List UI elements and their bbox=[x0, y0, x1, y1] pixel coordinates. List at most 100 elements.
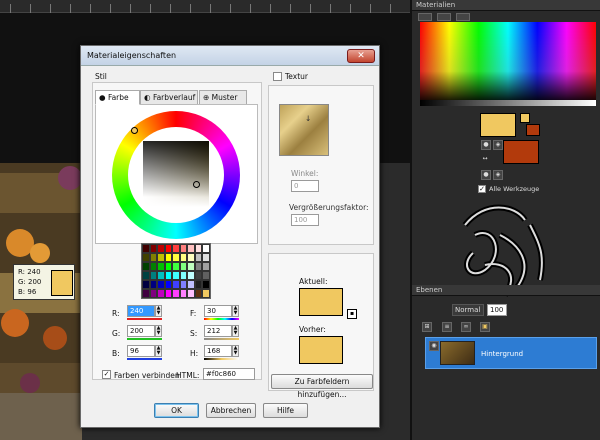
palette-cell[interactable] bbox=[179, 244, 188, 253]
palette-tab-icon[interactable] bbox=[437, 13, 451, 21]
palette-cell[interactable] bbox=[172, 271, 180, 280]
color-marker[interactable] bbox=[193, 181, 200, 188]
palette-cell[interactable] bbox=[202, 280, 210, 289]
bg-texture-icon[interactable]: ◈ bbox=[493, 170, 503, 180]
palette-cell[interactable] bbox=[157, 262, 165, 271]
hue-spinner[interactable]: ▲ ▼ bbox=[232, 305, 239, 317]
fg-texture-icon[interactable]: ◈ bbox=[493, 140, 503, 150]
palette-cell[interactable] bbox=[187, 271, 195, 280]
palette-cell[interactable] bbox=[149, 289, 158, 298]
lightness-spinner[interactable]: ▲ ▼ bbox=[232, 345, 239, 357]
palette-cell[interactable] bbox=[179, 271, 188, 280]
info-icon[interactable]: ▪ bbox=[347, 309, 357, 319]
add-to-swatches-button[interactable]: Zu Farbfeldern hinzufügen... bbox=[271, 374, 373, 399]
green-field[interactable]: 200 bbox=[127, 325, 155, 337]
tab-pattern[interactable]: ⊕ Muster bbox=[199, 90, 247, 105]
palette-cell[interactable] bbox=[194, 280, 203, 289]
angle-field[interactable]: 0 bbox=[291, 180, 319, 192]
palette-cell[interactable] bbox=[142, 244, 150, 253]
palette-cell[interactable] bbox=[179, 280, 188, 289]
tab-gradient[interactable]: ◐ Farbverlauf bbox=[140, 90, 198, 105]
palette-cell[interactable] bbox=[187, 280, 195, 289]
fg-mini-swatch[interactable] bbox=[520, 113, 530, 123]
palette-cell[interactable] bbox=[149, 262, 158, 271]
palette-cell[interactable] bbox=[194, 289, 203, 298]
palette-cell[interactable] bbox=[194, 271, 203, 280]
palette-cell[interactable] bbox=[187, 244, 195, 253]
palette-cell[interactable] bbox=[164, 289, 173, 298]
lock-icon[interactable]: ▣ bbox=[480, 322, 490, 332]
palette-cell[interactable] bbox=[142, 280, 150, 289]
help-button[interactable]: Hilfe bbox=[263, 403, 308, 418]
html-field[interactable]: #f0c860 bbox=[203, 368, 255, 380]
lightness-field[interactable]: 168 bbox=[204, 345, 232, 357]
greyscale-bar[interactable] bbox=[420, 100, 596, 106]
palette-cell[interactable] bbox=[172, 244, 180, 253]
basic-color-palette[interactable] bbox=[141, 243, 211, 299]
palette-cell[interactable] bbox=[164, 280, 173, 289]
palette-cell[interactable] bbox=[187, 289, 195, 298]
bg-mini-swatch[interactable] bbox=[526, 124, 540, 136]
cancel-button[interactable]: Abbrechen bbox=[206, 403, 256, 418]
texture-preview[interactable] bbox=[279, 104, 329, 156]
all-tools-checkbox[interactable]: ✓ bbox=[478, 185, 486, 193]
palette-cell[interactable] bbox=[202, 271, 210, 280]
palette-cell[interactable] bbox=[142, 253, 150, 262]
palette-cell[interactable] bbox=[142, 262, 150, 271]
palette-cell[interactable] bbox=[194, 244, 203, 253]
palette-cell[interactable] bbox=[157, 280, 165, 289]
green-spinner[interactable]: ▲ ▼ bbox=[155, 325, 162, 337]
red-field[interactable]: 240 bbox=[127, 305, 155, 317]
palette-cell[interactable] bbox=[142, 271, 150, 280]
palette-cell[interactable] bbox=[164, 244, 173, 253]
hue-field[interactable]: 30 bbox=[204, 305, 232, 317]
link-colors-checkbox[interactable]: ✓ bbox=[102, 370, 111, 379]
scale-field[interactable]: 100 bbox=[291, 214, 319, 226]
swap-colors-icon[interactable]: ↔ bbox=[480, 155, 490, 165]
palette-cell[interactable] bbox=[194, 253, 203, 262]
palette-cell[interactable] bbox=[157, 244, 165, 253]
layer-options-icon[interactable]: ≡ bbox=[442, 322, 452, 332]
palette-cell[interactable] bbox=[202, 253, 210, 262]
blend-mode-select[interactable]: Normal bbox=[452, 304, 484, 316]
texture-checkbox[interactable] bbox=[273, 72, 282, 81]
palette-cell[interactable] bbox=[194, 262, 203, 271]
blue-field[interactable]: 96 bbox=[127, 345, 155, 357]
palette-cell[interactable] bbox=[149, 244, 158, 253]
palette-cell[interactable] bbox=[142, 289, 150, 298]
palette-cell[interactable] bbox=[149, 280, 158, 289]
background-color-swatch[interactable] bbox=[503, 140, 539, 164]
palette-cell[interactable] bbox=[172, 253, 180, 262]
material-color-picker[interactable] bbox=[420, 22, 596, 104]
palette-cell[interactable] bbox=[157, 289, 165, 298]
blue-spinner[interactable]: ▲ ▼ bbox=[155, 345, 162, 357]
rainbow-tab-icon[interactable] bbox=[418, 13, 432, 21]
palette-cell[interactable] bbox=[157, 253, 165, 262]
palette-cell[interactable] bbox=[172, 289, 180, 298]
palette-cell[interactable] bbox=[172, 280, 180, 289]
palette-cell[interactable] bbox=[149, 253, 158, 262]
palette-cell[interactable] bbox=[179, 262, 188, 271]
saturation-spinner[interactable]: ▲ ▼ bbox=[232, 325, 239, 337]
palette-cell[interactable] bbox=[187, 262, 195, 271]
previous-color-swatch[interactable] bbox=[299, 336, 343, 364]
palette-cell[interactable] bbox=[149, 271, 158, 280]
palette-cell[interactable] bbox=[164, 271, 173, 280]
swatch-tab-icon[interactable] bbox=[456, 13, 470, 21]
palette-cell[interactable] bbox=[202, 244, 210, 253]
tab-color[interactable]: ● Farbe bbox=[95, 90, 140, 105]
red-spinner[interactable]: ▲ ▼ bbox=[155, 305, 162, 317]
hue-marker[interactable] bbox=[131, 127, 138, 134]
palette-cell[interactable] bbox=[164, 262, 173, 271]
foreground-color-swatch[interactable] bbox=[480, 113, 516, 137]
close-button[interactable]: ✕ bbox=[347, 49, 375, 63]
palette-cell[interactable] bbox=[202, 262, 210, 271]
link-layer-icon[interactable]: ∞ bbox=[461, 322, 471, 332]
palette-cell[interactable] bbox=[157, 271, 165, 280]
visibility-toggle-icon[interactable]: ◉ bbox=[429, 341, 439, 351]
bg-style-icon[interactable]: ● bbox=[481, 170, 491, 180]
layer-opacity-field[interactable]: 100 bbox=[487, 304, 507, 316]
palette-cell[interactable] bbox=[172, 262, 180, 271]
ok-button[interactable]: OK bbox=[154, 403, 199, 418]
palette-cell[interactable] bbox=[164, 253, 173, 262]
